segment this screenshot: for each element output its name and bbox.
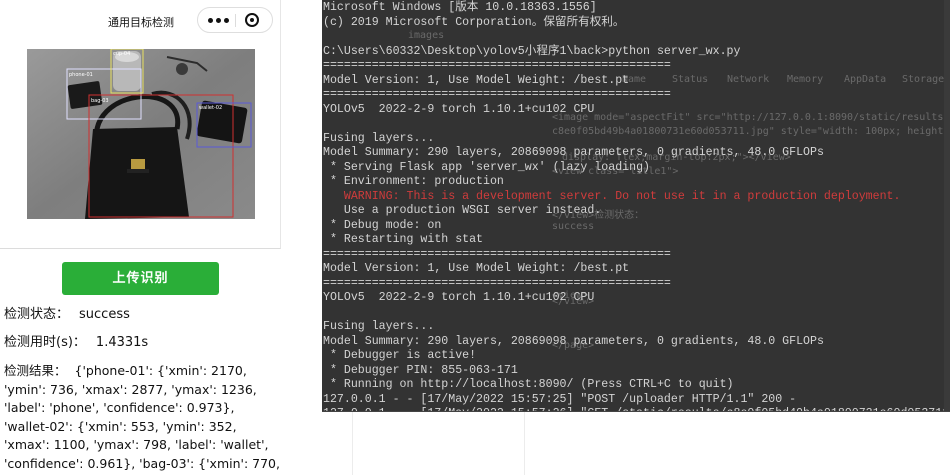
detection-result-image: phone-01 bag-03 wallet-02 cup-04	[27, 49, 255, 219]
console-line: ========================================…	[323, 247, 671, 261]
console-line: (c) 2019 Microsoft Corporation。保留所有权利。	[323, 15, 625, 29]
console-line: * Debugger PIN: 855-063-171	[323, 363, 518, 377]
page-title: 通用目标检测	[108, 16, 174, 29]
console-line: ========================================…	[323, 59, 671, 72]
console-line: YOLOv5 2022-2-9 torch 1.10.1+cu102 CPU	[323, 291, 595, 304]
detection-result-row: 检测结果： {'phone-01': {'xmin': 2170, 'ymin':…	[4, 362, 280, 473]
console-line: * Debug mode: on	[323, 218, 442, 232]
console-line: ========================================…	[323, 88, 671, 101]
result-value: {'phone-01': {'xmin': 2170, 'ymin': 736,…	[4, 363, 280, 471]
capsule-divider	[235, 14, 236, 27]
console-line: Model Summary: 290 layers, 20869098 para…	[323, 334, 824, 348]
upload-recognize-button[interactable]: 上传识别	[62, 262, 219, 295]
status-value: success	[79, 307, 130, 322]
console-line: ========================================…	[323, 276, 671, 290]
status-label: 检测状态：	[4, 307, 70, 322]
console-line: * Debugger is active!	[323, 349, 477, 362]
console-output: Microsoft Windows [版本 10.0.18363.1556] (c…	[323, 1, 950, 411]
console-line: 127.0.0.1 - - [17/May/2022 15:57:26] "GE…	[323, 407, 950, 411]
result-label: 检测结果：	[4, 363, 67, 378]
console-line: * Serving Flask app 'server_wx' (lazy lo…	[323, 160, 650, 174]
mini-program-header-area: 通用目标检测 phone-01 bag-03 wallet-02 cup-04	[0, 0, 281, 249]
console-line: Fusing layers...	[323, 131, 435, 145]
detection-status-row: 检测状态： success	[4, 306, 130, 324]
time-value: 1.4331s	[95, 335, 149, 350]
ellipsis-icon[interactable]	[208, 18, 230, 24]
console-line: Model Version: 1, Use Model Weight: /bes…	[323, 262, 630, 275]
cmd-console-window[interactable]: images Name Status Network Memory AppDat…	[322, 0, 950, 412]
console-line: * Running on http://localhost:8090/ (Pre…	[323, 378, 734, 391]
console-line: YOLOv5 2022-2-9 torch 1.10.1+cu102 CPU	[323, 102, 595, 116]
detection-time-row: 检测用时(s)： 1.4331s	[4, 334, 148, 352]
console-line: Use a production WSGI server instead.	[323, 204, 602, 217]
wallet-box-label: wallet-02	[199, 105, 222, 111]
capsule-menu[interactable]	[197, 7, 273, 33]
console-line: Microsoft Windows [版本 10.0.18363.1556]	[323, 1, 597, 14]
console-line: * Restarting with stat	[323, 233, 484, 246]
time-label: 检测用时(s)：	[4, 335, 86, 350]
console-line: Model Summary: 290 layers, 20869098 para…	[323, 146, 824, 159]
mini-program-panel: 通用目标检测 phone-01 bag-03 wallet-02 cup-04 …	[0, 0, 282, 475]
console-line: C:\Users\60332\Desktop\yolov5小程序1\back>p…	[323, 44, 741, 58]
console-scrollbar[interactable]	[944, 0, 950, 411]
detection-photo: phone-01 bag-03 wallet-02 cup-04	[27, 49, 255, 219]
cup-box-label: cup-04	[113, 51, 130, 57]
target-close-icon[interactable]	[245, 13, 259, 27]
console-line: * Environment: production	[323, 175, 504, 188]
phone-box-label: phone-01	[69, 72, 93, 78]
console-line: Model Version: 1, Use Model Weight: /bes…	[323, 73, 630, 87]
bag-box-label: bag-03	[91, 98, 109, 104]
console-line: 127.0.0.1 - - [17/May/2022 15:57:25] "PO…	[323, 392, 797, 406]
console-warning-line: WARNING: This is a development server. D…	[323, 189, 901, 203]
console-line: Fusing layers...	[323, 320, 435, 333]
